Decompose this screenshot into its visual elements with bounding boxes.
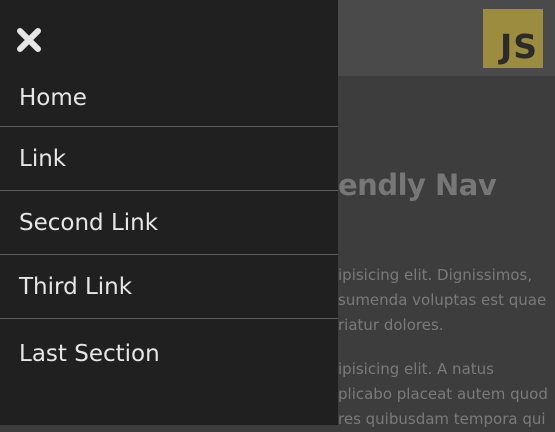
paragraph-line: sumenda voluptas est quae <box>338 291 547 309</box>
paragraph-line: ipisicing elit. Dignissimos, <box>338 266 533 284</box>
close-button[interactable] <box>16 27 42 53</box>
side-nav: Home Link Second Link Third Link Last Se… <box>0 0 338 425</box>
page-title: endly Nav <box>338 168 497 202</box>
nav-item-third-link[interactable]: Third Link <box>0 255 338 319</box>
paragraph-1: ipisicing elit. Dignissimos, sumenda vol… <box>338 263 555 338</box>
paragraph-line: plicabo placeat autem quod <box>338 385 548 403</box>
nav-item-link[interactable]: Link <box>0 127 338 191</box>
nav-item-home[interactable]: Home <box>0 69 338 127</box>
nav-item-second-link[interactable]: Second Link <box>0 191 338 255</box>
close-icon <box>17 28 41 52</box>
nav-item-last-section[interactable]: Last Section <box>0 319 338 389</box>
paragraph-2: ipisicing elit. A natus plicabo placeat … <box>338 357 555 432</box>
paragraph-line: riatur dolores. <box>338 316 444 334</box>
nav-list: Home Link Second Link Third Link Last Se… <box>0 69 338 389</box>
paragraph-line: ipisicing elit. A natus <box>338 360 494 378</box>
paragraph-line: res quibusdam tempora qui <box>338 410 546 428</box>
js-logo[interactable]: JS <box>483 9 543 68</box>
